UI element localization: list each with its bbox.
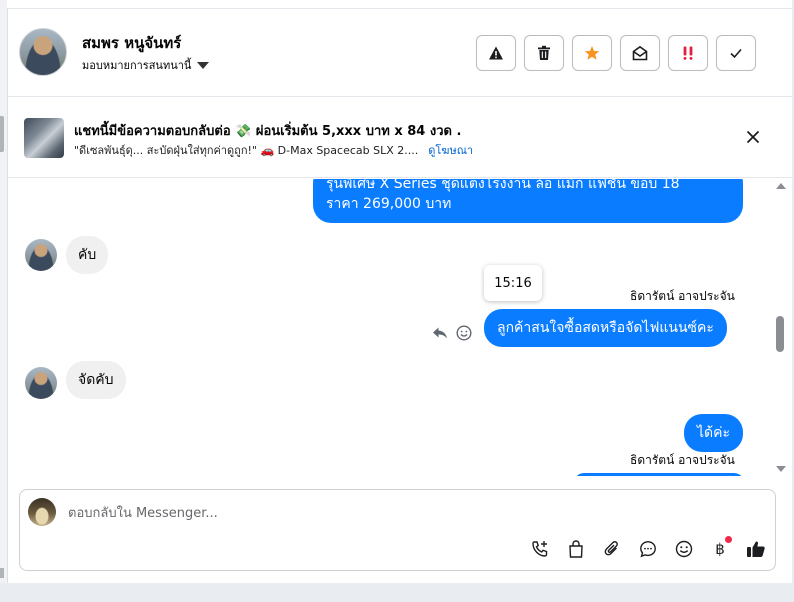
mark-unread-button[interactable] [620, 35, 660, 71]
attach-button[interactable] [598, 536, 626, 562]
reply-icon[interactable] [432, 326, 448, 340]
conversation-header: สมพร หนูจันทร์ มอบหมายการสนทนานี้ [8, 9, 792, 97]
important-button[interactable] [668, 35, 708, 71]
message-thread[interactable]: รุ่นพิเศษ X Series ชุดแต่งโรงงาน ล้อ แม็… [8, 179, 792, 476]
ad-subtitle-row: "ดีเซลพันธุ์ดุ... สะบัดฝุ่นใส่ทุกค่าดูถู… [74, 141, 473, 159]
assign-conversation-dropdown[interactable]: มอบหมายการสนทนานี้ [82, 56, 210, 74]
sender-name: ธิดารัตน์ อาจประจัน [630, 289, 735, 303]
star-icon [584, 46, 600, 60]
message-text: รุ่นพิเศษ X Series ชุดแต่งโรงงาน ล้อ แม็… [326, 179, 680, 192]
ad-thumbnail[interactable] [24, 118, 64, 158]
outgoing-message[interactable]: ได้ค่ะ [684, 414, 744, 452]
outgoing-message[interactable]: รุ่นพิเศษ X Series ชุดแต่งโรงงาน ล้อ แม็… [313, 179, 743, 223]
contact-name[interactable]: สมพร หนูจันทร์ [82, 31, 181, 55]
baht-icon: ฿ [715, 540, 725, 558]
sender-name: ธิดารัตน์ อาจประจัน [630, 453, 735, 467]
chat-bubble-icon [640, 541, 656, 558]
spam-warning-button[interactable] [476, 35, 516, 71]
panel-top-edge [7, 0, 792, 9]
star-button[interactable] [572, 35, 612, 71]
like-button[interactable] [742, 536, 770, 562]
ad-subtitle: "ดีเซลพันธุ์ดุ... สะบัดฝุ่นใส่ทุกค่าดูถู… [74, 144, 419, 157]
left-edge-strip [0, 0, 7, 583]
incoming-message[interactable]: จัดคับ [66, 361, 126, 399]
edge-marker [0, 116, 4, 152]
ad-title: แชทนี้มีข้อความตอบกลับต่อ 💸 ผ่อนเริ่มต้น… [74, 124, 462, 139]
close-ad-button[interactable] [742, 126, 764, 148]
check-icon [730, 48, 742, 59]
open-envelope-icon [632, 45, 648, 61]
thumbs-up-icon [747, 541, 765, 557]
view-ad-link[interactable]: ดูโฆษณา [428, 141, 473, 159]
ad-referral-banner: แชทนี้มีข้อความตอบกลับต่อ 💸 ผ่อนเริ่มต้น… [8, 98, 792, 178]
paperclip-icon [604, 541, 618, 556]
assign-label: มอบหมายการสนทนานี้ [82, 59, 192, 72]
message-text: ราคา 269,000 บาท [326, 196, 452, 212]
scrollbar-thumb[interactable] [776, 316, 784, 352]
call-add-button[interactable] [526, 536, 554, 562]
shopping-bag-icon [569, 540, 583, 558]
message-tools [432, 325, 472, 341]
incoming-message[interactable]: คับ [66, 236, 109, 274]
trash-icon [538, 45, 550, 60]
reply-input[interactable] [68, 502, 668, 524]
call-add-icon [532, 541, 548, 557]
contact-avatar[interactable] [19, 28, 67, 76]
contact-avatar-small[interactable] [25, 239, 57, 271]
outgoing-message[interactable] [574, 473, 744, 476]
notification-dot [725, 536, 732, 543]
edge-marker [0, 568, 4, 578]
emoji-button[interactable] [670, 536, 698, 562]
delete-button[interactable] [524, 35, 564, 71]
saved-replies-button[interactable] [634, 536, 662, 562]
payment-button[interactable]: ฿ [706, 536, 734, 562]
page-avatar [28, 498, 56, 526]
double-exclamation-icon [683, 46, 693, 60]
outgoing-message[interactable]: ลูกค้าสนใจซื้อสดหรือจัดไฟแนนซ์คะ [484, 309, 727, 347]
contact-avatar-small[interactable] [25, 367, 57, 399]
composer-toolbar: ฿ [526, 536, 770, 562]
scroll-up-arrow-icon[interactable] [776, 183, 786, 189]
close-icon [746, 130, 760, 144]
caret-down-icon [197, 61, 210, 69]
header-actions [476, 35, 756, 71]
scroll-down-arrow-icon[interactable] [776, 466, 786, 472]
thread-scrollbar[interactable] [772, 179, 788, 476]
reply-composer: ฿ [19, 489, 776, 571]
warning-icon [489, 46, 503, 60]
mark-done-button[interactable] [716, 35, 756, 71]
shop-button[interactable] [562, 536, 590, 562]
timestamp-tooltip: 15:16 [484, 265, 542, 301]
emoji-icon [675, 540, 693, 558]
emoji-reaction-icon[interactable] [456, 325, 472, 341]
